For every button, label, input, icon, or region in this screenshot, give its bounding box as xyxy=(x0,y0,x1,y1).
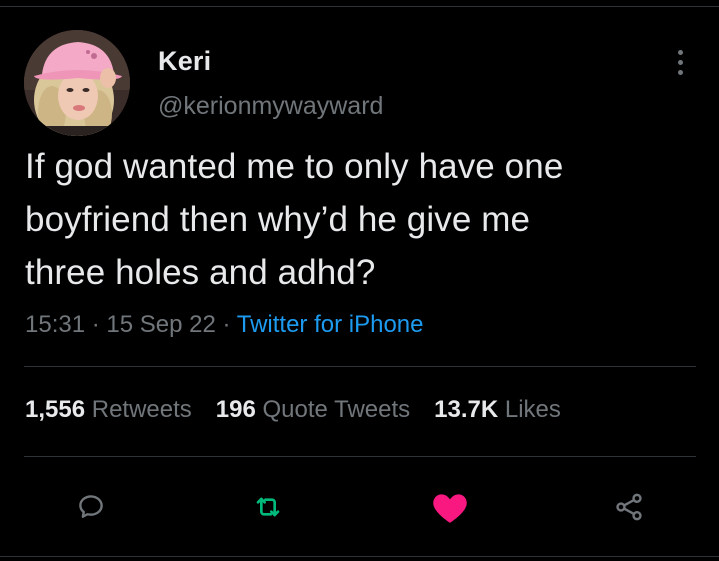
avatar-photo xyxy=(24,30,130,136)
likes-label: Likes xyxy=(504,396,561,423)
tweet-text-line: three holes and adhd? xyxy=(25,253,376,292)
tweet-text-line: boyfriend then why’d he give me xyxy=(25,200,531,239)
more-dots-icon xyxy=(677,49,683,55)
engagement-stats: 1,556 Retweets 196 Quote Tweets 13.7K Like… xyxy=(25,396,585,424)
reply-bubble-icon xyxy=(79,495,103,518)
meta-separator: · xyxy=(215,311,237,338)
reply-button[interactable] xyxy=(71,487,111,527)
tweet-time[interactable]: 15:31 xyxy=(25,311,85,338)
user-handle[interactable]: @kerionmywayward xyxy=(158,92,383,121)
more-dots-icon-dot xyxy=(677,59,683,65)
tweet-card: Keri @kerionmywayward If god wanted me t… xyxy=(0,0,719,561)
more-dots-icon-dot xyxy=(677,69,683,75)
more-options-button[interactable] xyxy=(668,44,692,80)
quote-tweets-count: 196 xyxy=(215,396,256,423)
tweet-metadata: 15:31 · 15 Sep 22 · Twitter for iPhone xyxy=(25,311,423,339)
meta-separator: · xyxy=(85,311,107,338)
quote-tweets-stat[interactable]: 196 Quote Tweets xyxy=(216,396,410,423)
tweet-date[interactable]: 15 Sep 22 xyxy=(106,311,215,338)
divider xyxy=(24,366,696,367)
likes-stat[interactable]: 13.7K Likes xyxy=(434,396,561,423)
tweet-source-link[interactable]: Twitter for iPhone xyxy=(237,311,424,338)
divider xyxy=(24,456,696,457)
like-button[interactable] xyxy=(430,487,470,527)
retweets-stat[interactable]: 1,556 Retweets xyxy=(25,396,192,423)
retweets-count: 1,556 xyxy=(25,396,86,423)
tweet-text: If god wanted me to only have one boyfri… xyxy=(25,140,685,299)
retweet-button[interactable] xyxy=(248,487,288,527)
likes-count: 13.7K xyxy=(434,396,499,423)
quote-tweets-label: Quote Tweets xyxy=(262,396,411,423)
share-button[interactable] xyxy=(609,487,649,527)
share-icon xyxy=(616,493,642,521)
avatar[interactable] xyxy=(24,30,130,136)
retweets-label: Retweets xyxy=(91,396,192,423)
display-name[interactable]: Keri xyxy=(158,46,211,77)
retweet-icon xyxy=(256,497,280,517)
bottom-divider xyxy=(0,556,719,557)
heart-icon xyxy=(433,494,467,523)
tweet-text-line: If god wanted me to only have one xyxy=(25,147,564,186)
top-divider xyxy=(0,6,719,7)
